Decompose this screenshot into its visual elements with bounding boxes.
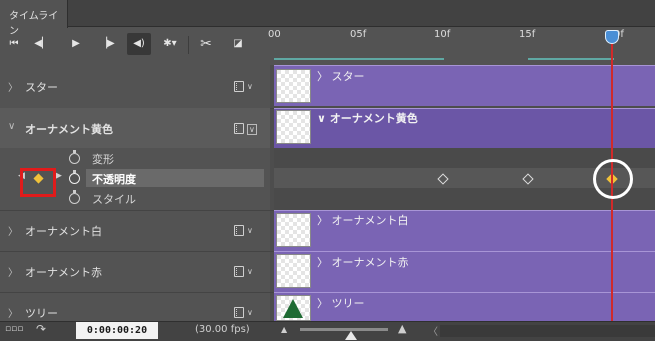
film-icon[interactable] bbox=[234, 307, 244, 318]
layer-name: オーナメント赤 bbox=[25, 266, 102, 279]
layer-row[interactable]: 〉 スター ∨ bbox=[0, 65, 270, 108]
film-icon[interactable] bbox=[234, 123, 244, 134]
scroll-left-icon[interactable]: 〈 bbox=[428, 323, 438, 338]
chevron-down-icon[interactable]: ∨ bbox=[247, 267, 253, 276]
tree-thumbnail-icon bbox=[283, 299, 303, 318]
playhead-handle[interactable] bbox=[605, 30, 619, 44]
layer-name: ツリー bbox=[25, 307, 58, 320]
clip-label: 〉 オーナメント白 bbox=[317, 214, 409, 227]
work-area-bar[interactable] bbox=[528, 58, 614, 60]
previous-frame-icon[interactable]: ◀▏ bbox=[32, 33, 52, 55]
stopwatch-icon[interactable] bbox=[69, 170, 80, 184]
property-row[interactable]: 変形 bbox=[0, 148, 270, 168]
next-keyframe-icon[interactable]: ▶ bbox=[55, 171, 62, 181]
clip-label: 〉 オーナメント赤 bbox=[317, 256, 409, 269]
chevron-right-icon[interactable]: 〉 bbox=[8, 79, 18, 94]
play-icon[interactable]: ▶ bbox=[66, 33, 86, 55]
chevron-right-icon[interactable]: 〉 bbox=[8, 305, 18, 320]
layer-name: オーナメント白 bbox=[25, 225, 102, 238]
zoom-slider-thumb[interactable] bbox=[345, 331, 357, 340]
clip-label: 〉 スター bbox=[317, 70, 365, 83]
next-frame-icon[interactable]: ▕▶ bbox=[97, 33, 117, 55]
layer-row[interactable]: ∨ オーナメント黄色 ∨ bbox=[0, 108, 270, 148]
stopwatch-icon[interactable] bbox=[69, 190, 80, 204]
highlight-box bbox=[20, 168, 56, 197]
highlight-circle bbox=[593, 159, 633, 199]
layer-row[interactable]: 〉 ツリー ∨ bbox=[0, 292, 270, 321]
toolbar-divider bbox=[188, 36, 189, 54]
stopwatch-icon[interactable] bbox=[69, 150, 80, 164]
share-icon[interactable]: ↷ bbox=[36, 322, 46, 336]
layer-row[interactable]: 〉 オーナメント白 ∨ bbox=[0, 210, 270, 251]
settings-icon[interactable]: ✱▾ bbox=[160, 33, 180, 55]
split-icon[interactable]: ✂ bbox=[196, 33, 216, 55]
property-label: 変形 bbox=[92, 153, 114, 166]
film-icon[interactable] bbox=[234, 266, 244, 277]
chevron-down-icon[interactable]: ∨ bbox=[247, 82, 253, 91]
property-label: 不透明度 bbox=[92, 173, 136, 186]
layer-row[interactable]: 〉 オーナメント赤 ∨ bbox=[0, 251, 270, 292]
layer-name: スター bbox=[25, 81, 58, 94]
layer-thumbnail bbox=[276, 254, 311, 288]
film-icon[interactable] bbox=[234, 225, 244, 236]
panel-tab-bar bbox=[0, 0, 655, 27]
horizontal-scrollbar[interactable] bbox=[440, 325, 655, 337]
layer-name: オーナメント黄色 bbox=[25, 123, 113, 136]
fps-display: (30.00 fps) bbox=[195, 324, 250, 335]
go-to-first-frame-icon[interactable]: ⏮ bbox=[4, 33, 24, 55]
ruler-label: 10f bbox=[434, 29, 451, 40]
chevron-right-icon[interactable]: 〉 bbox=[8, 264, 18, 279]
layer-thumbnail bbox=[276, 213, 311, 247]
chevron-down-icon[interactable]: ∨ bbox=[247, 124, 257, 135]
chevron-right-icon[interactable]: 〉 bbox=[8, 223, 18, 238]
chevron-down-icon[interactable]: ∨ bbox=[247, 226, 253, 235]
transition-icon[interactable]: ◪ bbox=[228, 33, 248, 55]
clip-label: 〉 ツリー bbox=[317, 297, 365, 310]
layer-thumbnail bbox=[276, 69, 311, 103]
zoom-out-icon[interactable]: ▲ bbox=[281, 325, 287, 334]
ruler-label: 00 bbox=[268, 29, 281, 40]
film-icon[interactable] bbox=[234, 81, 244, 92]
property-label: スタイル bbox=[92, 193, 136, 206]
chevron-down-icon[interactable]: ∨ bbox=[247, 308, 253, 317]
timecode-display[interactable]: 0:00:00:20 bbox=[76, 322, 158, 339]
render-video-icon[interactable]: ▫▫▫ bbox=[5, 324, 23, 334]
work-area-bar[interactable] bbox=[274, 58, 444, 60]
ruler-label: 05f bbox=[350, 29, 367, 40]
ruler-label: 15f bbox=[519, 29, 536, 40]
timeline-tab[interactable]: タイムライン bbox=[0, 0, 68, 37]
chevron-down-icon[interactable]: ∨ bbox=[8, 121, 15, 132]
zoom-slider-track[interactable] bbox=[300, 328, 388, 331]
zoom-in-icon[interactable]: ▲ bbox=[398, 322, 406, 335]
layer-thumbnail bbox=[276, 295, 311, 321]
layer-thumbnail bbox=[276, 110, 311, 144]
clip-label: ∨ オーナメント黄色 bbox=[317, 112, 418, 125]
audio-icon[interactable]: ◀) bbox=[127, 33, 151, 55]
